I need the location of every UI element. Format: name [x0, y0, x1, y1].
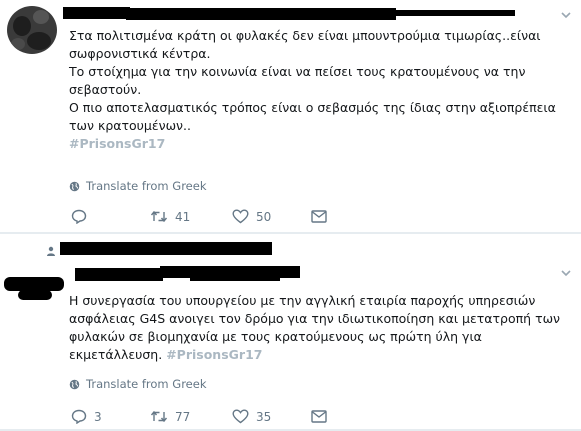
retweet-button[interactable]: 77 [150, 409, 190, 424]
tweet-text-line: ασφάλειας G4S ανοιγει τον δρόμο για την … [69, 311, 561, 326]
tweet-text-line: Το στοίχημα για την κοινωνία είναι να πε… [69, 64, 526, 79]
tweet-1[interactable]: Στα πολιτισμένα κράτη οι φυλακές δεν είν… [0, 0, 581, 234]
like-button[interactable]: 35 [232, 409, 271, 424]
tweet-text-line: Στα πολιτισμένα κράτη οι φυλακές δεν είν… [69, 28, 541, 43]
retweet-count: 41 [175, 209, 191, 224]
tweet-text-fragment: εκμετάλλευση. [69, 347, 163, 362]
tweet-text-line: Ο πιο αποτελασματικός τρόπος είναι ο σεβ… [69, 100, 556, 115]
tweet-text-line: εκμετάλλευση. #PrisonsGr17 [69, 346, 560, 364]
redacted-handle [395, 10, 515, 16]
like-icon [232, 409, 249, 424]
translate-link[interactable]: Translate from Greek [69, 377, 207, 391]
tweet-text-line: φυλακών σε βιομηχανία με τους κρατούμενο… [69, 329, 482, 344]
chevron-down-icon[interactable] [559, 266, 573, 280]
message-button[interactable] [311, 410, 327, 423]
reply-icon [71, 209, 87, 224]
message-icon [311, 210, 327, 223]
message-button[interactable] [311, 210, 327, 223]
chevron-down-icon[interactable] [559, 8, 573, 22]
redacted-handle [190, 276, 280, 281]
redacted-username [75, 268, 163, 281]
retweet-icon [150, 410, 168, 423]
retweet-button[interactable]: 41 [150, 209, 190, 224]
redacted-avatar [4, 277, 64, 291]
hashtag-link[interactable]: #PrisonsGr17 [69, 135, 556, 153]
redacted-context [148, 246, 238, 254]
globe-icon [69, 379, 80, 389]
redacted-username [63, 7, 130, 19]
translate-link[interactable]: Translate from Greek [69, 179, 207, 193]
retweet-icon [150, 210, 168, 223]
tweet-text-line: των κρατουμένων.. [69, 118, 191, 133]
globe-icon [69, 181, 80, 191]
reply-button[interactable] [71, 209, 94, 224]
avatar[interactable] [7, 6, 57, 54]
like-button[interactable]: 50 [232, 209, 271, 224]
tweet-text-line: σεβαστούν. [69, 82, 142, 97]
redacted-avatar [18, 290, 52, 300]
message-icon [311, 410, 327, 423]
translate-label: Translate from Greek [86, 377, 207, 391]
tweet-text-line: Η συνεργασία του υπουργείου με την αγγλι… [69, 293, 536, 308]
tweet-2[interactable]: Η συνεργασία του υπουργείου με την αγγλι… [0, 234, 581, 431]
like-count: 50 [256, 209, 272, 224]
translate-label: Translate from Greek [86, 179, 207, 193]
reply-count: 3 [94, 409, 102, 424]
reply-icon [71, 409, 87, 424]
tweet-text-line: σωφρονιστικά κέντρα. [69, 46, 211, 61]
redacted-handle [126, 8, 396, 20]
hashtag-link[interactable]: #PrisonsGr17 [166, 347, 262, 362]
tweet-text: Στα πολιτισμένα κράτη οι φυλακές δεν είν… [69, 27, 556, 153]
tweet-text: Η συνεργασία του υπουργείου με την αγγλι… [69, 292, 560, 364]
user-icon [47, 246, 55, 256]
retweet-count: 77 [175, 409, 191, 424]
like-icon [232, 209, 249, 224]
like-count: 35 [256, 409, 272, 424]
reply-button[interactable]: 3 [71, 409, 102, 424]
